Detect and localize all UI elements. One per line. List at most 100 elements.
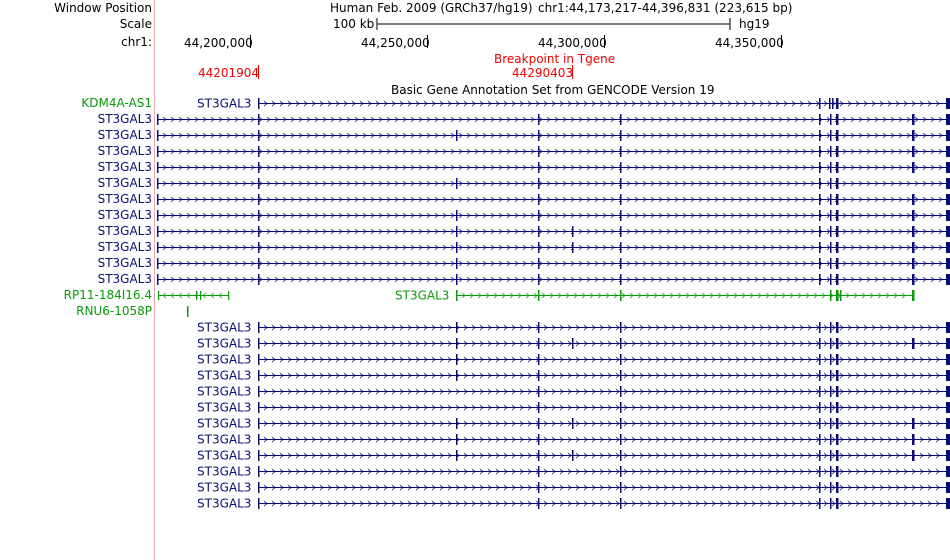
exon-block xyxy=(620,194,622,205)
gene-row[interactable]: ST3GAL3 xyxy=(197,353,950,367)
gene-row-label[interactable]: ST3GAL3 xyxy=(98,176,152,190)
gene-row[interactable] xyxy=(157,226,950,237)
scale-label[interactable]: Scale xyxy=(120,17,152,31)
exon-block xyxy=(819,178,821,189)
breakpoint-right-label[interactable]: 44290403 xyxy=(512,66,573,80)
exon-block xyxy=(158,291,160,300)
genome-browser-view: Human Feb. 2009 (GRCh37/hg19) chr1:44,17… xyxy=(0,0,950,560)
gene-inline-label[interactable]: ST3GAL3 xyxy=(197,401,251,415)
exon-block xyxy=(830,162,832,173)
exon-block xyxy=(620,258,622,269)
exon-block xyxy=(819,450,821,461)
exon-block xyxy=(946,322,950,333)
gene-inline-label[interactable]: ST3GAL3 xyxy=(395,289,449,303)
gene-row[interactable] xyxy=(157,194,950,205)
exon-block xyxy=(830,482,832,493)
gene-row[interactable]: ST3GAL3 xyxy=(197,337,950,351)
gene-row[interactable]: ST3GAL3 xyxy=(197,97,950,111)
exon-block xyxy=(258,226,260,237)
gene-row[interactable] xyxy=(157,274,950,285)
gene-row-label[interactable]: ST3GAL3 xyxy=(98,144,152,158)
gene-row[interactable] xyxy=(157,258,950,269)
gene-row-label[interactable]: ST3GAL3 xyxy=(98,272,152,286)
exon-block xyxy=(157,178,159,189)
track-labels: Window Position Scale chr1: KDM4A-AS1 ST3… xyxy=(0,0,155,560)
exon-block xyxy=(946,194,950,205)
exon-block xyxy=(840,290,842,301)
exon-block xyxy=(830,274,832,285)
exon-block xyxy=(620,338,622,349)
gene-row-label[interactable]: KDM4A-AS1 xyxy=(81,96,152,110)
gene-inline-label[interactable]: ST3GAL3 xyxy=(197,465,251,479)
gene-row[interactable] xyxy=(157,242,950,253)
gene-row[interactable] xyxy=(157,114,950,125)
exon-block xyxy=(620,402,622,413)
gene-inline-label[interactable]: ST3GAL3 xyxy=(197,385,251,399)
gene-row[interactable]: ST3GAL3 xyxy=(197,497,950,511)
gene-row-label[interactable]: ST3GAL3 xyxy=(98,112,152,126)
gene-row[interactable] xyxy=(157,162,950,173)
gene-row[interactable]: ST3GAL3 xyxy=(197,433,950,447)
exon-block xyxy=(832,98,834,109)
breakpoint-left-label[interactable]: 44201904 xyxy=(198,66,259,80)
tick-label: 44,350,000 xyxy=(715,36,784,50)
gene-inline-label[interactable]: ST3GAL3 xyxy=(197,481,251,495)
exon-block xyxy=(912,418,915,429)
exon-block xyxy=(456,258,458,269)
exon-block xyxy=(258,130,260,141)
gene-row[interactable]: ST3GAL3 xyxy=(197,417,950,431)
gene-inline-label[interactable]: ST3GAL3 xyxy=(197,321,251,335)
gene-track[interactable]: ST3GAL3 ST3GAL3 ST3GAL3 ST3GAL3 ST3GAL3 ST3GA… xyxy=(157,97,950,511)
gene-inline-label[interactable]: ST3GAL3 xyxy=(197,337,251,351)
exon-block xyxy=(538,130,540,141)
exon-block xyxy=(572,338,574,349)
gene-row[interactable] xyxy=(157,178,950,189)
exon-block xyxy=(620,226,622,237)
exon-block xyxy=(620,418,622,429)
gene-row[interactable]: ST3GAL3 xyxy=(197,465,950,479)
gene-row-label[interactable]: ST3GAL3 xyxy=(98,128,152,142)
gene-row-label[interactable]: RNU6-1058P xyxy=(76,304,152,318)
exon-block xyxy=(258,194,260,205)
gene-row-label[interactable]: ST3GAL3 xyxy=(98,256,152,270)
gene-row[interactable]: ST3GAL3 xyxy=(197,385,950,399)
gene-row[interactable] xyxy=(187,306,189,317)
exon-block xyxy=(830,338,832,349)
gene-row-label[interactable]: ST3GAL3 xyxy=(98,240,152,254)
gene-row[interactable]: ST3GAL3 xyxy=(197,321,950,335)
gene-row-label[interactable]: ST3GAL3 xyxy=(98,192,152,206)
chrom-label[interactable]: chr1: xyxy=(121,35,152,49)
gene-row-label[interactable]: ST3GAL3 xyxy=(98,208,152,222)
gene-row[interactable]: ST3GAL3 xyxy=(197,401,950,415)
exon-block xyxy=(456,322,458,333)
gene-inline-label[interactable]: ST3GAL3 xyxy=(197,353,251,367)
gene-row[interactable] xyxy=(157,146,950,157)
exon-block xyxy=(456,226,458,237)
gene-inline-label[interactable]: ST3GAL3 xyxy=(197,449,251,463)
gene-row[interactable]: ST3GAL3 xyxy=(197,481,950,495)
gene-inline-label[interactable]: ST3GAL3 xyxy=(197,369,251,383)
gene-row[interactable] xyxy=(157,130,950,141)
gene-inline-label[interactable]: ST3GAL3 xyxy=(197,417,251,431)
exon-block xyxy=(819,274,821,285)
exon-block xyxy=(912,130,915,141)
gene-row-label[interactable]: ST3GAL3 xyxy=(98,160,152,174)
gene-row[interactable]: ST3GAL3 xyxy=(158,289,915,303)
exon-block xyxy=(456,450,458,461)
gene-row[interactable]: ST3GAL3 xyxy=(197,449,950,463)
scale-bar xyxy=(376,18,731,30)
window-position-label[interactable]: Window Position xyxy=(54,1,152,15)
exon-block xyxy=(946,226,950,237)
gene-row[interactable] xyxy=(157,210,950,221)
exon-block xyxy=(946,274,950,285)
exon-block xyxy=(258,146,260,157)
gene-row-label[interactable]: ST3GAL3 xyxy=(98,224,152,238)
gene-inline-label[interactable]: ST3GAL3 xyxy=(197,97,251,111)
gene-row[interactable]: ST3GAL3 xyxy=(197,369,950,383)
exon-block xyxy=(819,130,821,141)
exon-block xyxy=(258,434,260,445)
gene-inline-label[interactable]: ST3GAL3 xyxy=(197,433,251,447)
gene-row-label[interactable]: RP11-184I16.4 xyxy=(64,288,152,302)
exon-block xyxy=(830,146,832,157)
gene-inline-label[interactable]: ST3GAL3 xyxy=(197,497,251,511)
